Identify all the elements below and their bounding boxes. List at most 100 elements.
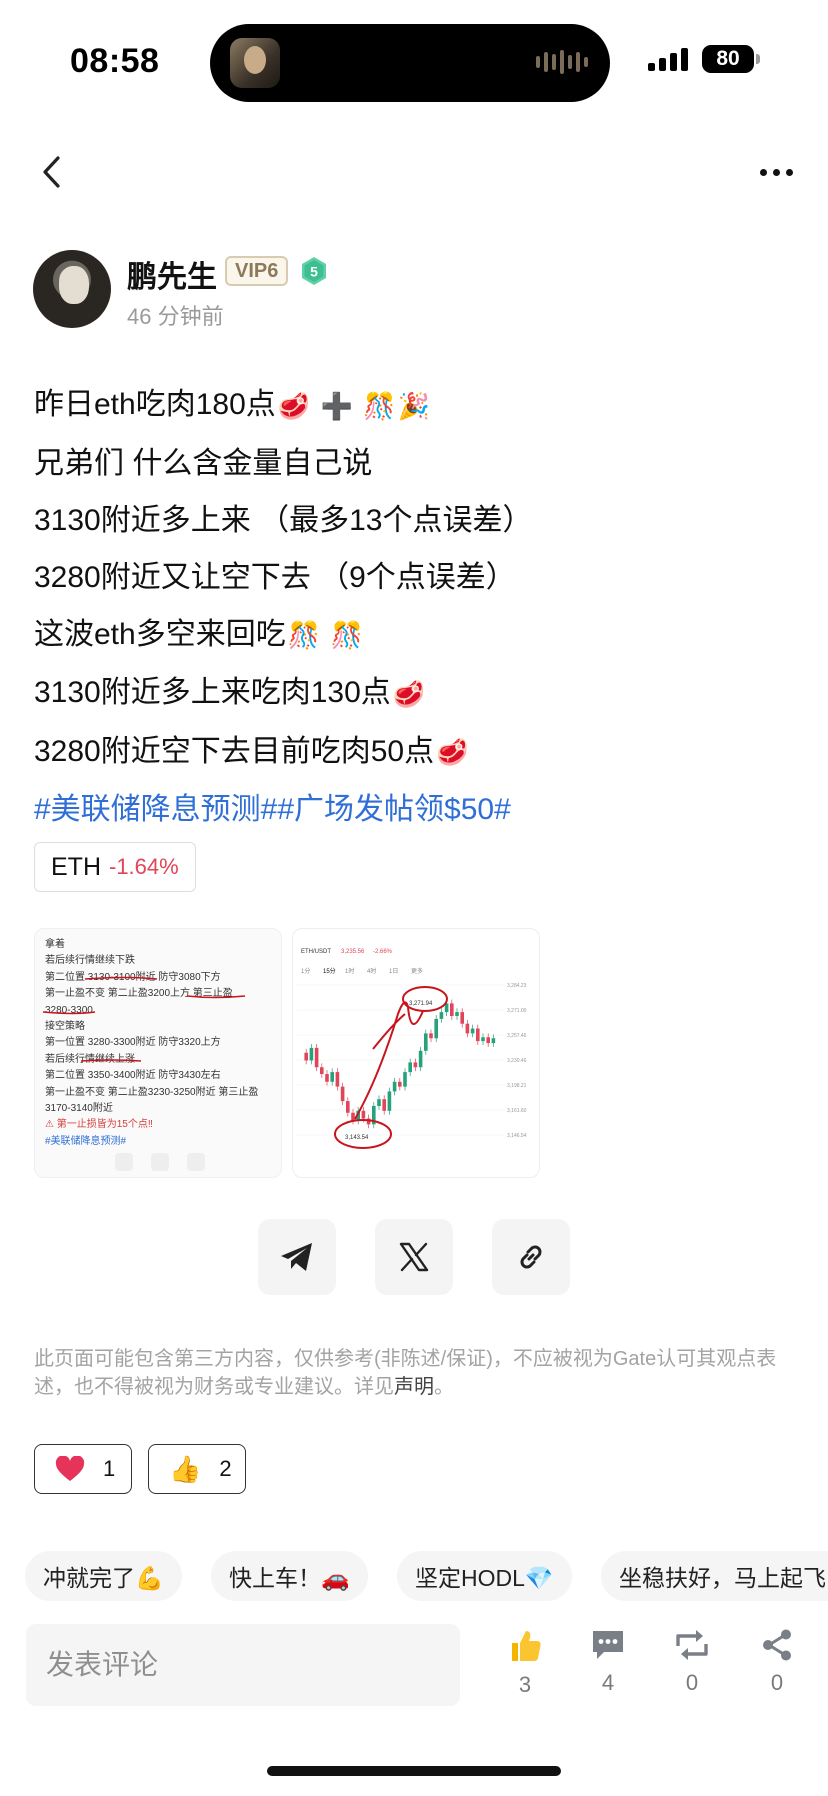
plus-icon: ➕ — [320, 390, 353, 421]
share-count: 0 — [770, 1670, 784, 1695]
candle-body — [309, 1047, 314, 1061]
comment-button[interactable]: 4 — [578, 1628, 638, 1704]
link-icon — [520, 1245, 542, 1269]
like-icon — [512, 1631, 541, 1661]
disclaimer: 此页面可能包含第三方内容，仅供参考(非陈述/保证)，不应被视为Gate认可其观点… — [34, 1348, 777, 1398]
comment-input[interactable] — [26, 1624, 460, 1706]
share-telegram-button[interactable] — [258, 1219, 336, 1295]
post-image-chart[interactable]: ETH/USDT 3,235.56 -2.66% 1分 15分 1时 4时 1日 更多 3… — [292, 928, 540, 1178]
disclaimer-link[interactable]: 声明 — [394, 1376, 434, 1398]
candle-body — [481, 1037, 485, 1042]
chart-price-axis: 3,284.23 3,271.00 3,257.46 3,230.46 3,198.21… — [507, 983, 527, 1139]
chart-axis-label: 3,161.60 — [507, 1108, 527, 1114]
thumbs-up-icon: 👍 — [169, 1454, 202, 1484]
comment-icon — [593, 1631, 623, 1659]
note-share-icons — [115, 1153, 205, 1171]
candle-body — [325, 1074, 329, 1082]
ticker-symbol: ETH — [51, 852, 101, 881]
candle-body — [304, 1052, 308, 1061]
candle-body — [460, 1012, 464, 1024]
candle-body — [486, 1037, 490, 1044]
chart-interval-tab: 1分 — [301, 967, 310, 975]
candle-body — [335, 1072, 340, 1087]
candle-body — [418, 1050, 423, 1068]
post-image-note[interactable]: 拿着 若后续行情继续下跌 第二位置 3130-3100附近 防守3080下方 第… — [34, 928, 282, 1178]
candle-body — [408, 1062, 412, 1073]
comment-count: 4 — [601, 1670, 615, 1695]
post-line: 兄弟们 什么含金量自己说 — [34, 446, 373, 480]
post-line: 3280附近又让空下去 （9个点误差） — [34, 560, 516, 594]
chart-axis-label: 3,284.23 — [507, 983, 527, 989]
chart-intervals: 1分 15分 1时 4时 1日 更多 — [301, 967, 423, 975]
battery-icon: 80 — [702, 45, 754, 73]
post-line: 3130附近多上来 （最多13个点误差） — [34, 503, 533, 537]
dynamic-island — [210, 24, 610, 102]
chart-interval-tab: 1时 — [345, 967, 354, 975]
candle-body — [434, 1018, 438, 1039]
chart-axis-label: 3,271.00 — [507, 1008, 527, 1014]
ticker-chip[interactable]: ETH -1.64% — [34, 842, 196, 892]
candle-body — [346, 1101, 350, 1113]
candle-body — [398, 1081, 402, 1087]
candle-body — [340, 1086, 345, 1102]
telegram-icon — [281, 1243, 312, 1271]
home-indicator — [267, 1766, 561, 1776]
status-bar: 08:58 80 — [0, 0, 828, 130]
candle-body — [429, 1033, 433, 1039]
chart-axis-label: 3,257.46 — [507, 1033, 527, 1039]
quick-reply-chip[interactable]: 坚定HODL💎 — [397, 1551, 572, 1601]
repost-icon — [676, 1630, 708, 1660]
post-line: 3130附近多上来吃肉130点🥩 — [34, 664, 804, 723]
quick-reply-chip[interactable]: 坐稳扶好，马上起飞 — [601, 1551, 828, 1601]
candle-body — [377, 1099, 381, 1106]
chart-interval-tab: 1日 — [389, 968, 398, 975]
battery-tip — [756, 54, 760, 64]
chart-interval-tab: 更多 — [411, 967, 423, 975]
like-count: 3 — [518, 1672, 532, 1697]
chart-axis-label: 3,146.54 — [507, 1133, 527, 1139]
candle-body — [465, 1023, 470, 1034]
candle-body — [470, 1028, 475, 1034]
candle-body — [361, 1110, 366, 1119]
x-icon — [399, 1242, 429, 1272]
reaction-count: 1 — [103, 1456, 116, 1481]
post-time: 46 分钟前 — [127, 304, 224, 329]
vip-badge: VIP6 — [225, 256, 289, 286]
chart-low-label: 3,143.54 — [345, 1135, 369, 1141]
post-hashtags[interactable]: #美联储降息预测##广场发帖领$50# — [34, 781, 804, 838]
party-popper-icon: 🎊 — [287, 620, 321, 651]
chart-interval-tab: 15分 — [323, 967, 336, 975]
reaction-thumbs-up-button[interactable]: 👍 2 — [148, 1444, 246, 1494]
candle-body — [382, 1099, 386, 1111]
cellular-signal-icon — [648, 48, 688, 71]
candle-body — [424, 1033, 428, 1051]
quick-reply-chip[interactable]: 冲就完了💪 — [25, 1551, 182, 1601]
candle-body — [387, 1091, 392, 1111]
like-button[interactable]: 3 — [495, 1628, 555, 1704]
reaction-heart-button[interactable]: 1 — [34, 1444, 132, 1494]
chevron-left-icon — [43, 156, 60, 188]
chart-axis-label: 3,230.46 — [507, 1058, 527, 1064]
chart-pair: ETH/USDT — [301, 949, 331, 955]
candle-body — [314, 1047, 319, 1068]
author-name[interactable]: 鹏先生 — [127, 252, 217, 296]
back-button[interactable] — [34, 150, 74, 194]
meat-emoji-icon: 🥩 — [277, 390, 311, 421]
candle-body — [476, 1028, 480, 1042]
more-options-button[interactable] — [760, 158, 804, 186]
repost-button[interactable]: 0 — [662, 1628, 722, 1704]
chart-interval-tab: 4时 — [367, 967, 376, 975]
repost-count: 0 — [685, 1670, 699, 1695]
level-badge-icon: 5 — [302, 257, 326, 285]
candle-body — [491, 1038, 496, 1044]
now-playing-artwork — [230, 38, 280, 88]
share-x-button[interactable] — [375, 1219, 453, 1295]
ticker-change: -1.64% — [109, 854, 179, 879]
status-time: 08:58 — [70, 42, 160, 80]
candle-body — [351, 1112, 355, 1121]
author-avatar[interactable] — [33, 250, 111, 328]
post-line: 这波eth多空来回吃🎊 🎊 — [34, 606, 804, 665]
share-button[interactable]: 0 — [747, 1628, 807, 1704]
quick-reply-chip[interactable]: 快上车！🚗 — [211, 1551, 368, 1601]
copy-link-button[interactable] — [492, 1219, 570, 1295]
